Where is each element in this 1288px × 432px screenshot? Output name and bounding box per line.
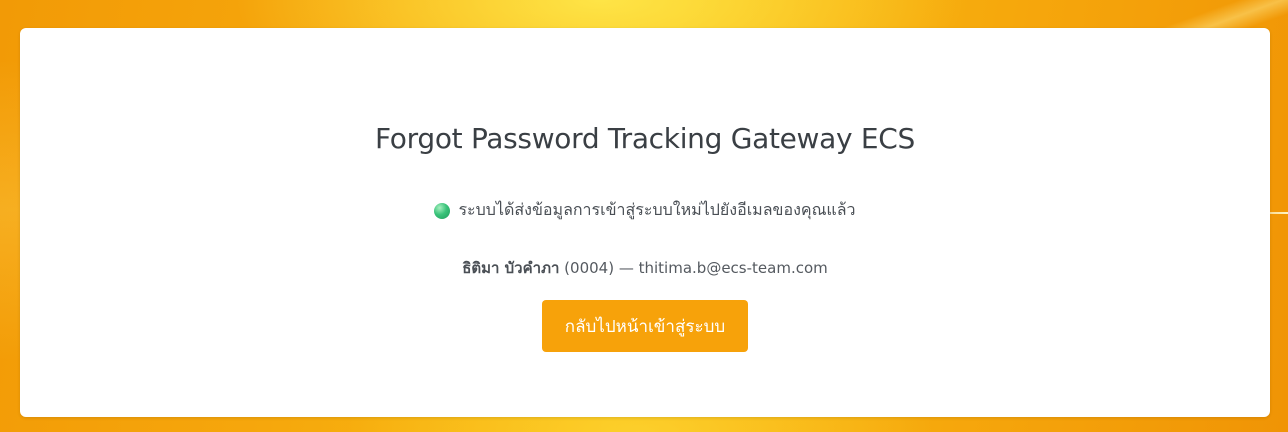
background-streak <box>1150 0 1288 30</box>
user-email: thitima.b@ecs-team.com <box>638 259 828 277</box>
back-to-login-button[interactable]: กลับไปหน้าเข้าสู่ระบบ <box>542 300 748 352</box>
user-info: ธิติมา บัวคำภา (0004) — thitima.b@ecs-te… <box>20 256 1270 280</box>
success-dot-icon <box>434 202 451 219</box>
status-text: ระบบได้ส่งข้อมูลการเข้าสู่ระบบใหม่ไปยังอ… <box>458 200 856 219</box>
user-code: (0004) <box>564 259 615 277</box>
separator: — <box>618 259 634 277</box>
user-name: ธิติมา บัวคำภา <box>462 259 560 277</box>
forgot-password-card: Forgot Password Tracking Gateway ECS ระบ… <box>20 28 1270 417</box>
background-streak <box>0 60 20 360</box>
status-message: ระบบได้ส่งข้อมูลการเข้าสู่ระบบใหม่ไปยังอ… <box>20 198 1270 223</box>
page-title: Forgot Password Tracking Gateway ECS <box>375 122 915 155</box>
button-row: กลับไปหน้าเข้าสู่ระบบ <box>20 300 1270 352</box>
